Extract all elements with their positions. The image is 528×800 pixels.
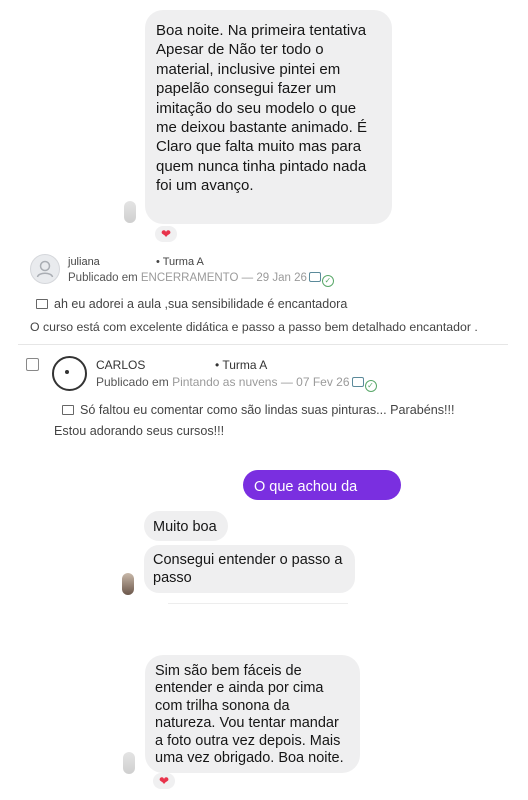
- heart-icon: ❤: [160, 227, 172, 241]
- message-text: Consegui entender o passo a passo: [153, 552, 343, 586]
- comment-date: — 07 Fev 26: [280, 375, 350, 389]
- chat-icon[interactable]: [351, 377, 364, 387]
- avatar-mark: [65, 370, 69, 374]
- reaction-heart[interactable]: ❤: [153, 773, 175, 789]
- comment-text-line2: Estou adorando seus cursos!!!: [54, 424, 225, 438]
- comment-date: — 29 Jan 26: [241, 272, 307, 284]
- comment-text: Só faltou eu comentar como são lindas su…: [62, 403, 455, 417]
- select-checkbox[interactable]: [26, 358, 39, 371]
- message-bubble-3[interactable]: Consegui entender o passo a passo: [144, 545, 355, 593]
- comment-author: juliana: [68, 256, 100, 268]
- sender-avatar: [122, 573, 134, 595]
- avatar: [52, 356, 87, 391]
- message-bubble-4[interactable]: Sim são bem fáceis de entender e ainda p…: [145, 655, 360, 773]
- sent-message-bubble[interactable]: O que achou da aula?: [243, 470, 401, 515]
- message-text: O que achou da aula?: [254, 479, 358, 516]
- avatar: [30, 254, 60, 284]
- published-label: Publicado em: [68, 272, 138, 284]
- comment-text: ah eu adorei a aula ,sua sensibilidade é…: [36, 297, 347, 311]
- reaction-heart[interactable]: ❤: [155, 226, 177, 242]
- message-bubble-2[interactable]: Muito boa: [144, 511, 228, 541]
- chat-icon[interactable]: [308, 272, 321, 282]
- message-text: Boa noite. Na primeira tentativa Apesar …: [156, 22, 367, 195]
- divider: [18, 344, 508, 345]
- comment-group: • Turma A: [156, 256, 204, 268]
- comment-group: • Turma A: [215, 358, 268, 372]
- published-label: Publicado em: [96, 375, 169, 389]
- comment-meta: Publicado em Pintando as nuvens — 07 Fev…: [96, 375, 377, 392]
- message-text: Muito boa: [153, 519, 217, 535]
- comment-icon: [62, 405, 74, 415]
- divider: [168, 603, 348, 604]
- comment-icon: [36, 299, 48, 309]
- lesson-name[interactable]: ENCERRAMENTO: [141, 272, 239, 284]
- sender-avatar: [123, 752, 135, 774]
- lesson-name[interactable]: Pintando as nuvens: [172, 375, 277, 389]
- message-text: Sim são bem fáceis de entender e ainda p…: [155, 663, 344, 767]
- comment-meta: Publicado em ENCERRAMENTO — 29 Jan 26 ✓: [68, 272, 334, 287]
- user-placeholder-icon: [36, 260, 54, 278]
- check-icon[interactable]: ✓: [321, 275, 334, 287]
- sender-avatar: [124, 201, 136, 223]
- comment-author: CARLOS: [96, 358, 146, 372]
- check-icon[interactable]: ✓: [364, 380, 377, 392]
- heart-icon: ❤: [158, 774, 170, 788]
- comment-extra-text: O curso está com excelente didática e pa…: [30, 320, 478, 334]
- message-bubble-1[interactable]: Boa noite. Na primeira tentativa Apesar …: [145, 10, 392, 224]
